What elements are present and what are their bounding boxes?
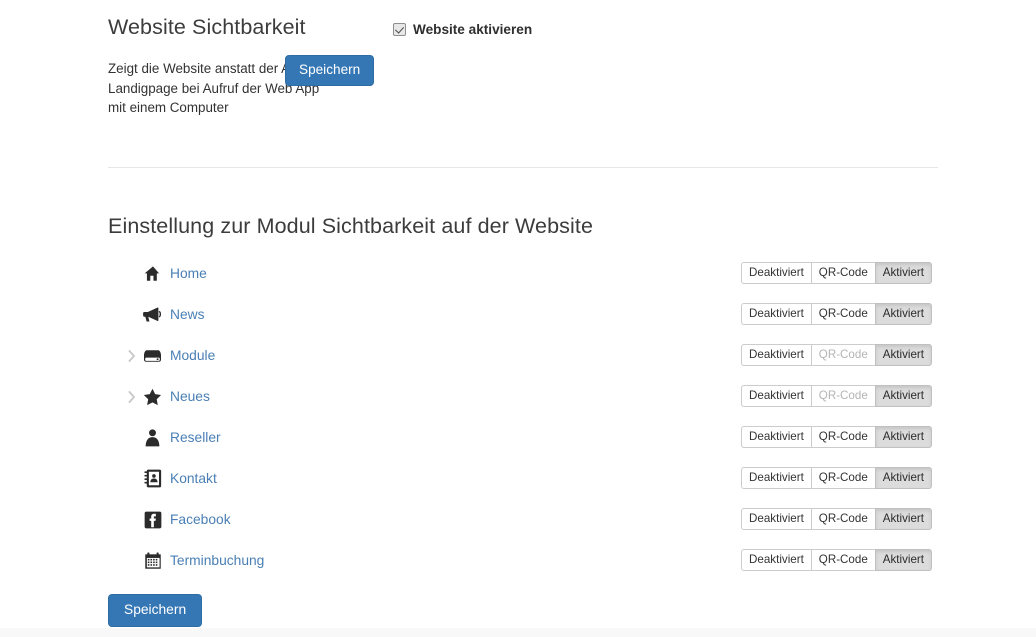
module-row: Neues Deaktiviert QR-Code Aktiviert [108,383,938,424]
module-row: Kontakt Deaktiviert QR-Code Aktiviert [108,465,938,506]
star-icon [143,387,162,406]
toggle-aktiviert[interactable]: Aktiviert [874,262,932,284]
module-row: News Deaktiviert QR-Code Aktiviert [108,301,938,342]
visibility-control-column: Website aktivieren [393,20,813,38]
megaphone-icon [143,305,162,324]
toggle-deaktiviert[interactable]: Deaktiviert [741,385,811,407]
toggle-qr-code[interactable]: QR-Code [810,549,875,571]
footer-band [0,628,1036,637]
module-state-toggle-group: Deaktiviert QR-Code Aktiviert [741,303,932,325]
save-visibility-button[interactable]: Speichern [285,55,375,86]
page-title: Website Sichtbarkeit [108,15,306,39]
module-row: Facebook Deaktiviert QR-Code Aktiviert [108,506,938,547]
module-link-neues[interactable]: Neues [170,388,210,406]
toggle-aktiviert[interactable]: Aktiviert [874,508,932,530]
toggle-qr-code[interactable]: QR-Code [810,303,875,325]
toggle-aktiviert[interactable]: Aktiviert [874,426,932,448]
save-modules-button[interactable]: Speichern [108,594,203,627]
toggle-deaktiviert[interactable]: Deaktiviert [741,426,811,448]
module-link-reseller[interactable]: Reseller [170,429,221,447]
module-state-toggle-group: Deaktiviert QR-Code Aktiviert [741,549,932,571]
toggle-deaktiviert[interactable]: Deaktiviert [741,549,811,571]
toggle-deaktiviert[interactable]: Deaktiviert [741,508,811,530]
module-row: Reseller Deaktiviert QR-Code Aktiviert [108,424,938,465]
module-state-toggle-group: Deaktiviert QR-Code Aktiviert [741,426,932,448]
page-root: Website Sichtbarkeit Zeigt die Website a… [0,0,1036,637]
toggle-deaktiviert[interactable]: Deaktiviert [741,262,811,284]
module-link-home[interactable]: Home [170,265,207,283]
module-link-module[interactable]: Module [170,347,215,365]
facebook-icon [143,510,162,529]
module-row: Terminbuchung Deaktiviert QR-Code Aktiviert [108,547,938,588]
toggle-aktiviert[interactable]: Aktiviert [874,467,932,489]
module-state-toggle-group: Deaktiviert QR-Code Aktiviert [741,262,932,284]
module-state-toggle-group: Deaktiviert QR-Code Aktiviert [741,344,932,366]
toggle-aktiviert[interactable]: Aktiviert [874,303,932,325]
module-state-toggle-group: Deaktiviert QR-Code Aktiviert [741,467,932,489]
toggle-deaktiviert[interactable]: Deaktiviert [741,344,811,366]
toggle-deaktiviert[interactable]: Deaktiviert [741,467,811,489]
toggle-qr-code[interactable]: QR-Code [810,467,875,489]
module-link-facebook[interactable]: Facebook [170,511,231,529]
toggle-qr-code[interactable]: QR-Code [810,426,875,448]
module-visibility-title: Einstellung zur Modul Sichtbarkeit auf d… [108,214,594,238]
module-link-kontakt[interactable]: Kontakt [170,470,217,488]
section-divider [108,167,938,168]
chevron-right-icon[interactable] [126,348,138,364]
module-link-news[interactable]: News [170,306,205,324]
toggle-qr-code: QR-Code [810,385,875,407]
toggle-qr-code[interactable]: QR-Code [810,508,875,530]
module-visibility-list: Home Deaktiviert QR-Code Aktiviert News Deakt… [108,260,938,588]
module-row: Home Deaktiviert QR-Code Aktiviert [108,260,938,301]
website-activate-label: Website aktivieren [413,21,533,37]
chevron-right-icon[interactable] [126,389,138,405]
toggle-aktiviert[interactable]: Aktiviert [874,549,932,571]
toggle-qr-code[interactable]: QR-Code [810,262,875,284]
website-activate-checkbox-row[interactable]: Website aktivieren [393,20,813,38]
person-icon [143,428,162,447]
module-link-terminbuchung[interactable]: Terminbuchung [170,552,264,570]
toggle-aktiviert[interactable]: Aktiviert [874,344,932,366]
toggle-deaktiviert[interactable]: Deaktiviert [741,303,811,325]
calendar-icon [143,551,162,570]
toggle-qr-code: QR-Code [810,344,875,366]
module-state-toggle-group: Deaktiviert QR-Code Aktiviert [741,385,932,407]
website-activate-checkbox[interactable] [393,22,406,36]
drive-icon [143,346,162,365]
home-icon [143,264,162,283]
module-state-toggle-group: Deaktiviert QR-Code Aktiviert [741,508,932,530]
contact-book-icon [143,469,162,488]
module-row: Module Deaktiviert QR-Code Aktiviert [108,342,938,383]
toggle-aktiviert[interactable]: Aktiviert [874,385,932,407]
